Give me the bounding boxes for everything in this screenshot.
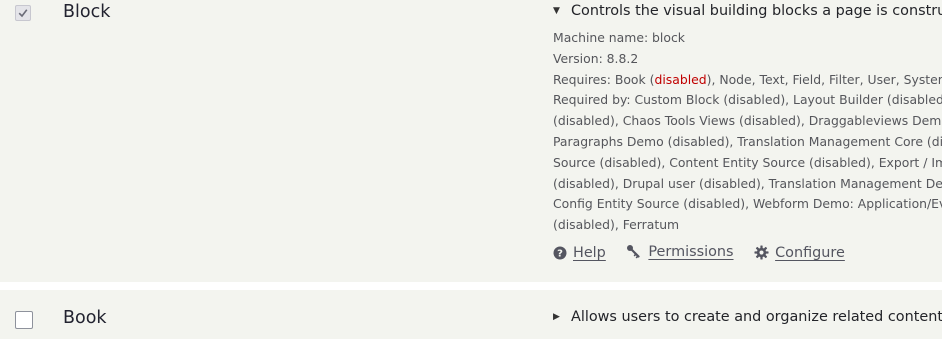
permissions-link[interactable]: Permissions (626, 244, 734, 260)
triangle-right-icon: ▶ (553, 312, 560, 322)
module-list: Block ▼ Controls the visual building bloc… (0, 0, 942, 339)
disabled-status: disabled (654, 71, 707, 87)
required-by-line: Required by: Custom Block (disabled), La… (553, 92, 942, 108)
required-by-line: Config Entity Source (disabled), Webform… (553, 196, 942, 212)
module-checkbox-book[interactable] (15, 311, 33, 329)
configure-link[interactable]: Configure (754, 245, 845, 261)
module-description-toggle[interactable]: ▼ Controls the visual building blocks a p… (553, 3, 942, 19)
checkmark-icon (18, 9, 28, 18)
required-by-line: Source (disabled), Content Entity Source… (553, 154, 942, 170)
required-by-line: (disabled), Ferratum (553, 217, 680, 233)
key-icon (627, 245, 640, 259)
module-links: ? Help Permissions Configure (553, 244, 861, 264)
module-details: Machine name: block Version: 8.8.2 Requi… (553, 28, 942, 236)
module-description: Controls the visual building blocks a pa… (571, 3, 942, 19)
required-by-line: (disabled), Chaos Tools Views (disabled)… (553, 113, 942, 129)
module-description: Allows users to create and organize rela… (571, 309, 942, 325)
module-name: Book (63, 308, 107, 328)
help-link[interactable]: ? Help (553, 245, 606, 261)
module-description-toggle[interactable]: ▶ Allows users to create and organize rel… (553, 309, 942, 325)
requires: Requires: Book (disabled), Node, Text, F… (553, 71, 942, 87)
machine-name: Machine name: block (553, 30, 685, 45)
module-row-block: Block ▼ Controls the visual building bloc… (0, 0, 942, 282)
help-icon: ? (553, 246, 567, 260)
module-name: Block (63, 2, 111, 22)
gear-icon (754, 245, 769, 260)
required-by-line: (disabled), Drupal user (disabled), Tran… (553, 175, 942, 191)
module-checkbox-block[interactable] (15, 5, 31, 21)
module-row-book: Book ▶ Allows users to create and organiz… (0, 290, 942, 339)
triangle-down-icon: ▼ (553, 6, 560, 16)
svg-text:?: ? (557, 249, 563, 260)
required-by-line: Paragraphs Demo (disabled), Translation … (553, 133, 942, 149)
version: Version: 8.8.2 (553, 50, 639, 66)
